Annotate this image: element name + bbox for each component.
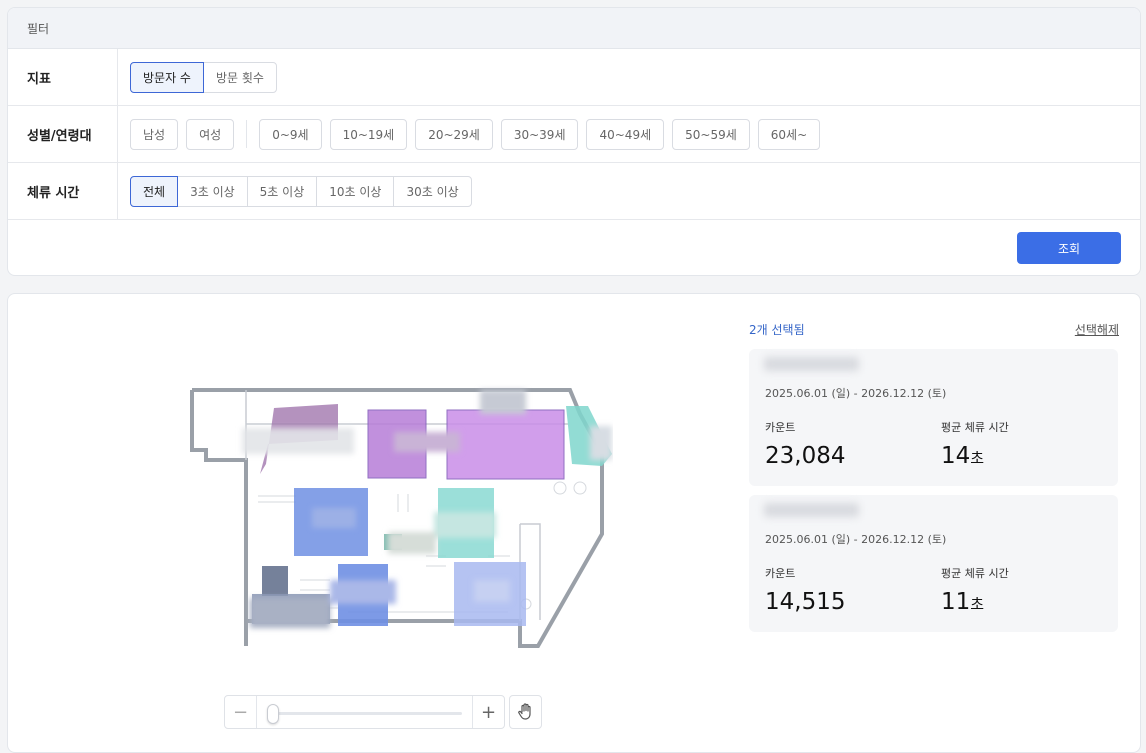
dwell-unit: 초 bbox=[970, 595, 985, 613]
store-card[interactable]: 2025.06.01 (일) - 2026.12.12 (토) 카운트 23,0… bbox=[749, 349, 1118, 486]
gender-option-female[interactable]: 여성 bbox=[186, 118, 235, 150]
demographic-row: 성별/연령대 남성 여성 0~9세 10~19세 20~29세 30~39세 4… bbox=[8, 106, 1140, 163]
zoom-in-button[interactable]: + bbox=[472, 696, 504, 728]
count-value: 23,084 bbox=[765, 443, 846, 469]
dwell-option-30s[interactable]: 30초 이상 bbox=[393, 175, 472, 207]
zone-purple-right bbox=[446, 409, 565, 480]
dwell-metric-value: 11초 bbox=[941, 589, 1009, 615]
count-metric: 카운트 23,084 bbox=[765, 419, 845, 469]
dwell-metric-value: 14초 bbox=[941, 443, 1009, 469]
zoom-out-button[interactable]: − bbox=[225, 696, 257, 728]
dwell-option-3s[interactable]: 3초 이상 bbox=[177, 175, 248, 207]
dwell-metric: 평균 체류 시간 14초 bbox=[941, 419, 1009, 469]
dwell-toggle: 전체 3초 이상 5초 이상 10초 이상 30초 이상 bbox=[130, 175, 472, 207]
store-period: 2025.06.01 (일) - 2026.12.12 (토) bbox=[765, 387, 947, 400]
gender-option-male[interactable]: 남성 bbox=[130, 118, 179, 150]
dwell-metric-label: 평균 체류 시간 bbox=[941, 567, 1009, 580]
age-option-40-49[interactable]: 40~49세 bbox=[586, 118, 665, 150]
age-option-10-19[interactable]: 10~19세 bbox=[329, 118, 408, 150]
count-label: 카운트 bbox=[765, 421, 796, 434]
store-name-redacted bbox=[764, 503, 859, 517]
dwell-number: 14 bbox=[941, 443, 971, 469]
store-name-redacted bbox=[764, 357, 859, 371]
zoom-controls: − + bbox=[224, 695, 542, 729]
dwell-metric: 평균 체류 시간 11초 bbox=[941, 565, 1009, 615]
zoom-slider-handle[interactable] bbox=[267, 704, 279, 724]
age-option-50-59[interactable]: 50~59세 bbox=[672, 118, 750, 150]
age-option-30-39[interactable]: 30~39세 bbox=[500, 118, 579, 150]
dwell-option-10s[interactable]: 10초 이상 bbox=[316, 175, 395, 207]
count-metric: 카운트 14,515 bbox=[765, 565, 845, 615]
filter-title: 필터 bbox=[8, 8, 1140, 49]
dwell-unit: 초 bbox=[970, 449, 985, 467]
divider bbox=[246, 120, 248, 148]
metric-row: 지표 방문자 수 방문 횟수 bbox=[8, 49, 1140, 106]
store-card[interactable]: 2025.06.01 (일) - 2026.12.12 (토) 카운트 14,5… bbox=[749, 495, 1118, 632]
hand-pan-button[interactable] bbox=[509, 695, 542, 729]
zoom-rail bbox=[267, 712, 463, 715]
dwell-option-all[interactable]: 전체 bbox=[130, 175, 179, 207]
age-option-20-29[interactable]: 20~29세 bbox=[415, 118, 493, 150]
floor-plan-map[interactable] bbox=[188, 384, 613, 654]
age-option-0-9[interactable]: 0~9세 bbox=[259, 118, 322, 150]
dwell-label: 체류 시간 bbox=[8, 163, 118, 219]
filter-panel: 필터 지표 방문자 수 방문 횟수 성별/연령대 남성 여성 0~9세 10~1… bbox=[7, 7, 1141, 276]
metric-option-visitors[interactable]: 방문자 수 bbox=[130, 61, 204, 93]
count-value: 14,515 bbox=[765, 589, 846, 615]
dwell-number: 11 bbox=[941, 589, 971, 615]
demographic-label: 성별/연령대 bbox=[8, 106, 118, 162]
hand-pan-icon bbox=[517, 703, 531, 720]
query-button[interactable]: 조회 bbox=[1017, 232, 1121, 264]
zone-slate-bottom-left bbox=[262, 566, 288, 596]
dwell-metric-label: 평균 체류 시간 bbox=[941, 421, 1009, 434]
clear-selection-link[interactable]: 선택해제 bbox=[1075, 321, 1119, 338]
selected-count: 2개 선택됨 bbox=[749, 323, 805, 337]
dwell-option-5s[interactable]: 5초 이상 bbox=[246, 175, 318, 207]
metric-toggle: 방문자 수 방문 횟수 bbox=[130, 61, 277, 93]
selection-header: 2개 선택됨 선택해제 bbox=[749, 321, 1119, 338]
age-option-60-plus[interactable]: 60세~ bbox=[757, 118, 821, 150]
metric-label: 지표 bbox=[8, 49, 118, 105]
metric-option-visits[interactable]: 방문 횟수 bbox=[202, 61, 277, 93]
store-period: 2025.06.01 (일) - 2026.12.12 (토) bbox=[765, 533, 947, 546]
dwell-row: 체류 시간 전체 3초 이상 5초 이상 10초 이상 30초 이상 bbox=[8, 163, 1140, 220]
heatmap-panel: − + 2개 선택됨 선택해제 2025.06.01 (일) - 2026.12… bbox=[7, 293, 1141, 753]
count-label: 카운트 bbox=[765, 567, 796, 580]
zoom-slider[interactable] bbox=[257, 696, 472, 728]
